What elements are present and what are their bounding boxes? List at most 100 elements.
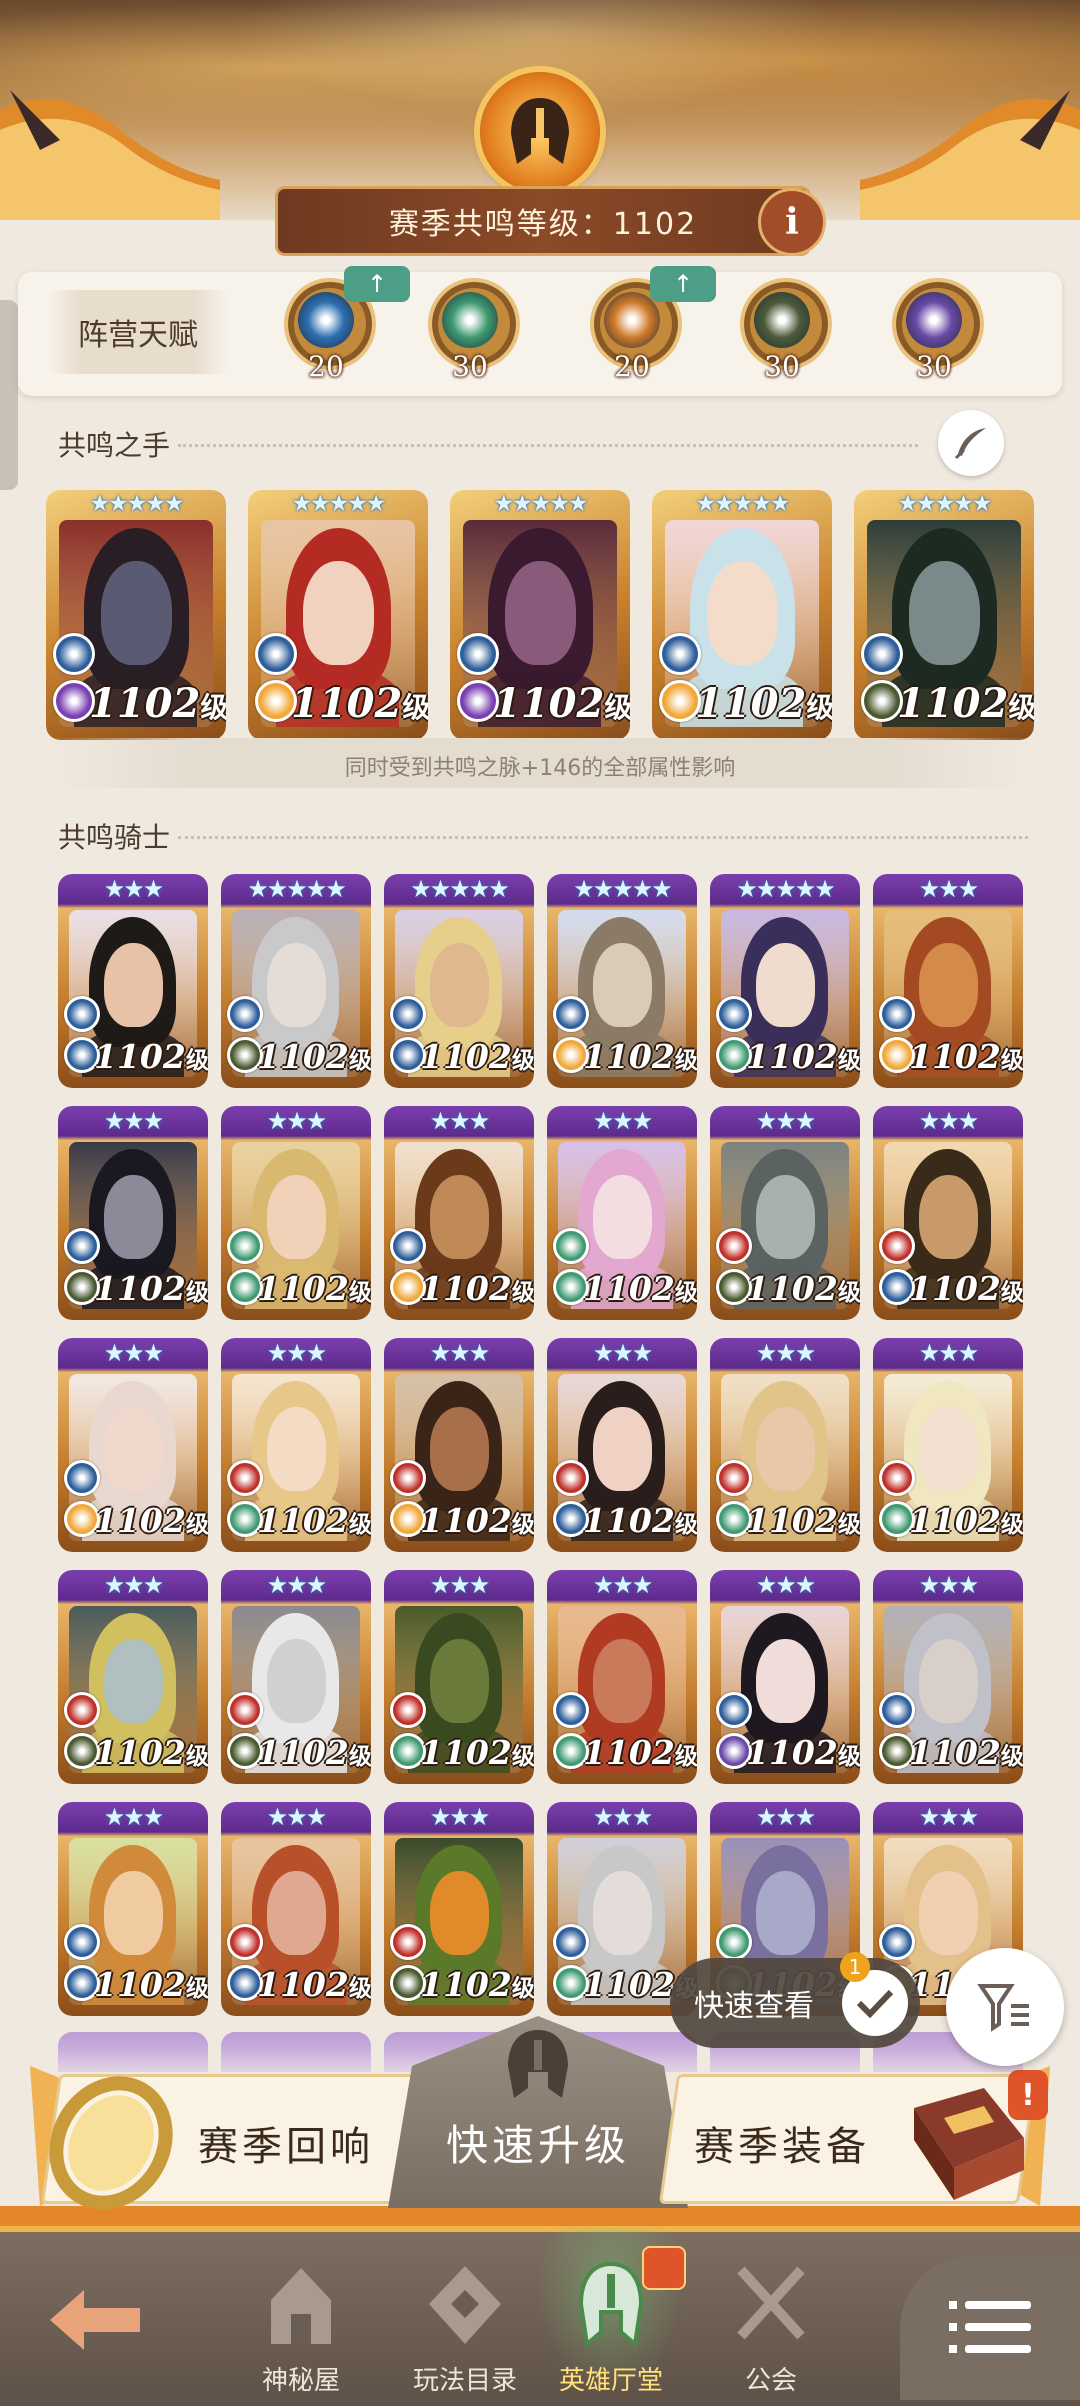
- faction-level: 20: [308, 350, 344, 383]
- hero-face: [104, 1407, 163, 1491]
- hero-card[interactable]: ★★★★★ 1102级: [547, 874, 697, 1088]
- nav-guild[interactable]: 公会: [696, 2250, 846, 2400]
- quick-view-toggle[interactable]: 快速查看 1: [670, 1952, 920, 2048]
- menu-button[interactable]: [900, 2256, 1080, 2400]
- hero-card[interactable]: ★★★★★ 1102级: [710, 874, 860, 1088]
- season-echo-button[interactable]: 赛季回响: [40, 2074, 420, 2210]
- section-divider: [178, 836, 1028, 839]
- hero-card[interactable]: ★★★ 1102级: [873, 1338, 1023, 1552]
- catalog-icon: [429, 2266, 501, 2344]
- nav-label: 公会: [744, 2366, 797, 2396]
- hero-card[interactable]: ★★★ 1102级: [873, 874, 1023, 1088]
- star-rating: ★★★: [755, 1571, 817, 1599]
- level-unit: 级: [837, 1743, 860, 1770]
- level-unit: 级: [348, 1975, 371, 2002]
- hero-card[interactable]: ★★★ 1102级: [547, 1338, 697, 1552]
- hero-card[interactable]: ★★★ 1102级: [58, 874, 208, 1088]
- nav-play-catalog[interactable]: 玩法目录: [390, 2250, 540, 2400]
- hero-card[interactable]: ★★★ 1102级: [221, 1106, 371, 1320]
- star-rating: ★★★: [429, 1339, 491, 1367]
- hero-level: 1102级: [420, 1269, 534, 1308]
- hero-card[interactable]: ★★★ 1102级: [384, 1106, 534, 1320]
- hero-card[interactable]: ★★★ 1102级: [873, 1570, 1023, 1784]
- helmet-icon: [508, 2030, 568, 2098]
- quill-edit-button[interactable]: [938, 410, 1004, 476]
- hero-level: 1102级: [909, 1733, 1023, 1772]
- star-rating: ★★★★★: [410, 875, 510, 903]
- faction-talent-title: 阵营天赋: [48, 290, 228, 374]
- class-icon: [457, 633, 499, 675]
- hero-level-value: 1102: [583, 1037, 675, 1076]
- hero-card[interactable]: ★★★ 1102级: [873, 1106, 1023, 1320]
- level-unit: 级: [402, 691, 428, 724]
- back-arrow-icon[interactable]: [40, 2280, 150, 2360]
- hero-card[interactable]: ★★★ 1102级: [547, 1570, 697, 1784]
- season-gear-button[interactable]: 赛季装备 !: [658, 2070, 1048, 2204]
- star-rating: ★★★: [103, 1339, 165, 1367]
- hero-level-value: 1102: [94, 1501, 186, 1540]
- hero-card[interactable]: ★★★ 1102级: [384, 1338, 534, 1552]
- faction-wilders[interactable]: 30: [420, 272, 520, 392]
- hero-level-value: 1102: [94, 1965, 186, 2004]
- quill-icon: [954, 428, 986, 460]
- level-unit: 级: [674, 1279, 697, 1306]
- star-rating: ★★★: [266, 1107, 328, 1135]
- star-rating: ★★★: [266, 1571, 328, 1599]
- class-icon: [716, 1924, 752, 1960]
- echo-ring-icon: [49, 2076, 173, 2210]
- level-unit: 级: [348, 1279, 371, 1306]
- hero-card[interactable]: ★★★★★ 1102级: [46, 490, 226, 740]
- hero-card[interactable]: ★★★ 1102级: [221, 1802, 371, 2016]
- star-rating: ★★★★★: [291, 491, 386, 517]
- hero-card[interactable]: ★★★ 1102级: [58, 1802, 208, 2016]
- hero-level: 1102级: [257, 1965, 371, 2004]
- faction-maulers[interactable]: 20 ↑: [582, 266, 716, 392]
- hero-face: [919, 1639, 978, 1723]
- faction-celestial-hypogean[interactable]: 30: [884, 272, 984, 392]
- faction-light-bearers[interactable]: 20 ↑: [276, 266, 410, 392]
- star-rating: ★★★: [103, 1571, 165, 1599]
- hero-card[interactable]: ★★★ 1102级: [710, 1570, 860, 1784]
- hero-card[interactable]: ★★★ 1102级: [710, 1106, 860, 1320]
- hero-card[interactable]: ★★★★★ 1102级: [221, 874, 371, 1088]
- hero-card[interactable]: ★★★★★ 1102级: [450, 490, 630, 740]
- level-unit: 级: [604, 691, 630, 724]
- hero-card[interactable]: ★★★★★ 1102级: [854, 490, 1034, 740]
- hero-level: 1102级: [909, 1037, 1023, 1076]
- hero-card[interactable]: ★★★ 1102级: [221, 1570, 371, 1784]
- star-rating: ★★★★★: [247, 875, 347, 903]
- faction-level: 30: [916, 350, 952, 383]
- hero-card[interactable]: ★★★ 1102级: [547, 1106, 697, 1320]
- hero-level-value: 1102: [583, 1501, 675, 1540]
- filter-button[interactable]: [946, 1948, 1064, 2066]
- info-button[interactable]: i: [758, 188, 826, 256]
- hero-level-value: 1102: [257, 1037, 349, 1076]
- star-rating: ★★★: [266, 1803, 328, 1831]
- star-rating: ★★★: [755, 1339, 817, 1367]
- hero-level: 1102级: [94, 1965, 208, 2004]
- hero-card[interactable]: ★★★★★ 1102级: [248, 490, 428, 740]
- hero-card[interactable]: ★★★★★ 1102级: [652, 490, 832, 740]
- hero-face: [909, 561, 980, 665]
- hero-card[interactable]: ★★★ 1102级: [58, 1338, 208, 1552]
- class-icon: [64, 1692, 100, 1728]
- hero-level: 1102级: [94, 1733, 208, 1772]
- hero-card[interactable]: ★★★ 1102级: [710, 1338, 860, 1552]
- hero-card[interactable]: ★★★ 1102级: [384, 1802, 534, 2016]
- star-rating: ★★★: [429, 1571, 491, 1599]
- class-icon: [390, 1692, 426, 1728]
- hero-face: [104, 1871, 163, 1955]
- hero-face: [101, 561, 172, 665]
- star-rating: ★★★: [755, 1107, 817, 1135]
- hero-card[interactable]: ★★★ 1102级: [384, 1570, 534, 1784]
- hero-card[interactable]: ★★★★★ 1102级: [384, 874, 534, 1088]
- nav-mystery-house[interactable]: 神秘屋: [226, 2250, 376, 2400]
- star-rating: ★★★: [918, 875, 980, 903]
- hero-card[interactable]: ★★★ 1102级: [58, 1570, 208, 1784]
- star-rating: ★★★: [103, 1107, 165, 1135]
- resonance-knights-title: 共鸣骑士: [58, 821, 171, 854]
- faction-emblem-icon: [604, 292, 660, 348]
- hero-card[interactable]: ★★★ 1102级: [221, 1338, 371, 1552]
- hero-card[interactable]: ★★★ 1102级: [58, 1106, 208, 1320]
- faction-graveborn[interactable]: 30: [732, 272, 832, 392]
